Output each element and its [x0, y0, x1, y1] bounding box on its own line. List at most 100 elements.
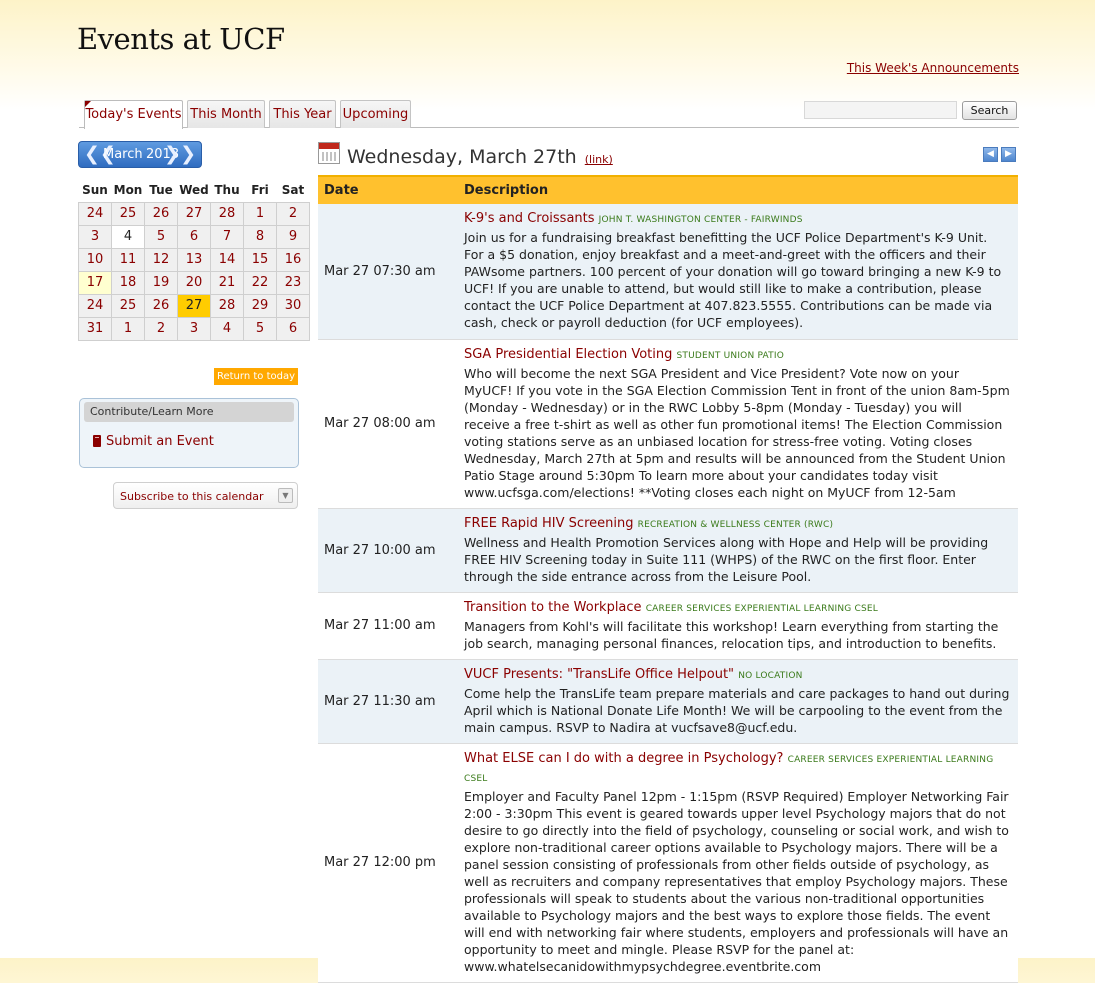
calendar-day-today[interactable]: 17 — [78, 270, 112, 295]
calendar-day[interactable]: 15 — [243, 247, 277, 272]
event-body: Employer and Faculty Panel 12pm - 1:15pm… — [464, 788, 1009, 974]
calendar-day-selected[interactable]: 27 — [177, 293, 211, 318]
event-title-link[interactable]: SGA Presidential Election Voting — [464, 347, 672, 362]
event-title-link[interactable]: Transition to the Workplace — [464, 600, 642, 615]
event-title-link[interactable]: VUCF Presents: "TransLife Office Helpout… — [464, 667, 734, 682]
day-title-text: Wednesday, March 27th — [347, 146, 577, 168]
events-table: Date Description Mar 27 07:30 am K-9's a… — [318, 175, 1018, 983]
calendar-day[interactable]: 1 — [111, 316, 145, 341]
calendar-day: 4 — [111, 224, 145, 249]
weekday-label: Fri — [251, 182, 269, 197]
event-location: JOHN T. WASHINGTON CENTER - FAIRWINDS — [598, 215, 803, 226]
calendar-day[interactable]: 21 — [210, 270, 244, 295]
calendar-day[interactable]: 3 — [78, 224, 112, 249]
contribute-box: Contribute/Learn More Submit an Event — [79, 398, 299, 468]
column-header-date: Date — [318, 175, 464, 204]
event-location: CAREER SERVICES EXPERIENTIAL LEARNING CS… — [645, 603, 879, 614]
mini-calendar-header: ❮❮ March 2013 ❯❯ — [78, 141, 202, 168]
weekday-label: Sat — [281, 182, 305, 197]
calendar-day[interactable]: 26 — [144, 293, 178, 318]
calendar-day[interactable]: 19 — [144, 270, 178, 295]
event-description: What ELSE can I do with a degree in Psyc… — [464, 743, 1018, 983]
calendar-month: March — [103, 147, 143, 162]
calendar-day[interactable]: 6 — [177, 224, 211, 249]
calendar-day[interactable]: 25 — [111, 201, 145, 226]
tab-upcoming[interactable]: Upcoming — [340, 100, 411, 128]
calendar-day[interactable]: 7 — [210, 224, 244, 249]
search-button[interactable]: Search — [962, 101, 1017, 120]
calendar-day[interactable]: 8 — [243, 224, 277, 249]
event-body: Who will become the next SGA President a… — [464, 365, 1010, 500]
calendar-day[interactable]: 22 — [243, 270, 277, 295]
calendar-day[interactable]: 13 — [177, 247, 211, 272]
chevron-down-icon[interactable]: ▼ — [278, 488, 293, 503]
event-row: Mar 27 11:00 am Transition to the Workpl… — [318, 592, 1018, 660]
column-header-description: Description — [464, 175, 1018, 204]
event-location: RECREATION & WELLNESS CENTER (RWC) — [637, 519, 834, 530]
day-title: Wednesday, March 27th (link) — [347, 146, 613, 168]
event-title-link[interactable]: What ELSE can I do with a degree in Psyc… — [464, 751, 783, 766]
calendar-day[interactable]: 30 — [276, 293, 310, 318]
weekday-label: Tue — [149, 182, 173, 197]
contribute-heading: Contribute/Learn More — [84, 402, 294, 422]
calendar-day[interactable]: 18 — [111, 270, 145, 295]
event-date: Mar 27 07:30 am — [318, 204, 464, 340]
tab-this-year[interactable]: This Year — [269, 100, 336, 128]
calendar-day[interactable]: 14 — [210, 247, 244, 272]
calendar-day[interactable]: 26 — [144, 201, 178, 226]
double-chevron-right-icon[interactable]: ❯❯ — [164, 143, 196, 165]
event-description: FREE Rapid HIV Screening RECREATION & WE… — [464, 508, 1018, 593]
announcements-link[interactable]: This Week's Announcements — [847, 61, 1019, 75]
calendar-day[interactable]: 31 — [78, 316, 112, 341]
calendar-day[interactable]: 25 — [111, 293, 145, 318]
event-body: Join us for a fundraising breakfast bene… — [464, 230, 1002, 331]
calendar-day[interactable]: 28 — [210, 293, 244, 318]
day-permalink[interactable]: (link) — [585, 153, 613, 166]
calendar-day[interactable]: 12 — [144, 247, 178, 272]
event-row: Mar 27 08:00 am SGA Presidential Electio… — [318, 339, 1018, 509]
event-title-link[interactable]: FREE Rapid HIV Screening — [464, 516, 633, 531]
calendar-day[interactable]: 23 — [276, 270, 310, 295]
event-date: Mar 27 11:30 am — [318, 659, 464, 744]
calendar-day[interactable]: 3 — [177, 316, 211, 341]
next-day-arrow-icon[interactable]: ▶ — [1001, 147, 1016, 162]
calendar-day[interactable]: 5 — [243, 316, 277, 341]
calendar-icon — [318, 142, 340, 164]
calendar-day[interactable]: 24 — [78, 201, 112, 226]
subscribe-dropdown[interactable]: Subscribe to this calendar ▼ — [113, 482, 298, 509]
search-input[interactable] — [804, 101, 957, 119]
event-row: Mar 27 10:00 am FREE Rapid HIV Screening… — [318, 508, 1018, 593]
event-row: Mar 27 11:30 am VUCF Presents: "TransLif… — [318, 659, 1018, 744]
tab-todays-events[interactable]: Today's Events — [84, 100, 183, 129]
calendar-day[interactable]: 2 — [276, 201, 310, 226]
calendar-day[interactable]: 20 — [177, 270, 211, 295]
event-row: Mar 27 07:30 am K-9's and Croissants JOH… — [318, 204, 1018, 340]
calendar-day[interactable]: 9 — [276, 224, 310, 249]
calendar-day[interactable]: 11 — [111, 247, 145, 272]
calendar-day[interactable]: 16 — [276, 247, 310, 272]
calendar-day[interactable]: 27 — [177, 201, 211, 226]
weekday-label: Mon — [113, 182, 143, 197]
calendar-day[interactable]: 28 — [210, 201, 244, 226]
event-body: Wellness and Health Promotion Services a… — [464, 534, 989, 584]
event-row: Mar 27 12:00 pm What ELSE can I do with … — [318, 743, 1018, 983]
mini-calendar-grid: Sun Mon Tue Wed Thu Fri Sat 24 25 26 27 … — [78, 178, 310, 341]
event-description: SGA Presidential Election Voting STUDENT… — [464, 339, 1018, 509]
tab-this-month[interactable]: This Month — [187, 100, 265, 128]
calendar-day[interactable]: 10 — [78, 247, 112, 272]
calendar-day[interactable]: 29 — [243, 293, 277, 318]
weekday-label: Thu — [214, 182, 240, 197]
event-description: VUCF Presents: "TransLife Office Helpout… — [464, 659, 1018, 744]
calendar-day[interactable]: 2 — [144, 316, 178, 341]
event-title-link[interactable]: K-9's and Croissants — [464, 211, 595, 226]
weekday-label: Sun — [82, 182, 108, 197]
calendar-day[interactable]: 1 — [243, 201, 277, 226]
return-to-today-button[interactable]: Return to today — [214, 368, 298, 385]
previous-day-arrow-icon[interactable]: ◀ — [983, 147, 998, 162]
calendar-day[interactable]: 6 — [276, 316, 310, 341]
calendar-day[interactable]: 24 — [78, 293, 112, 318]
submit-event-link[interactable]: Submit an Event — [106, 434, 214, 449]
event-date: Mar 27 11:00 am — [318, 592, 464, 660]
calendar-day[interactable]: 5 — [144, 224, 178, 249]
calendar-day[interactable]: 4 — [210, 316, 244, 341]
